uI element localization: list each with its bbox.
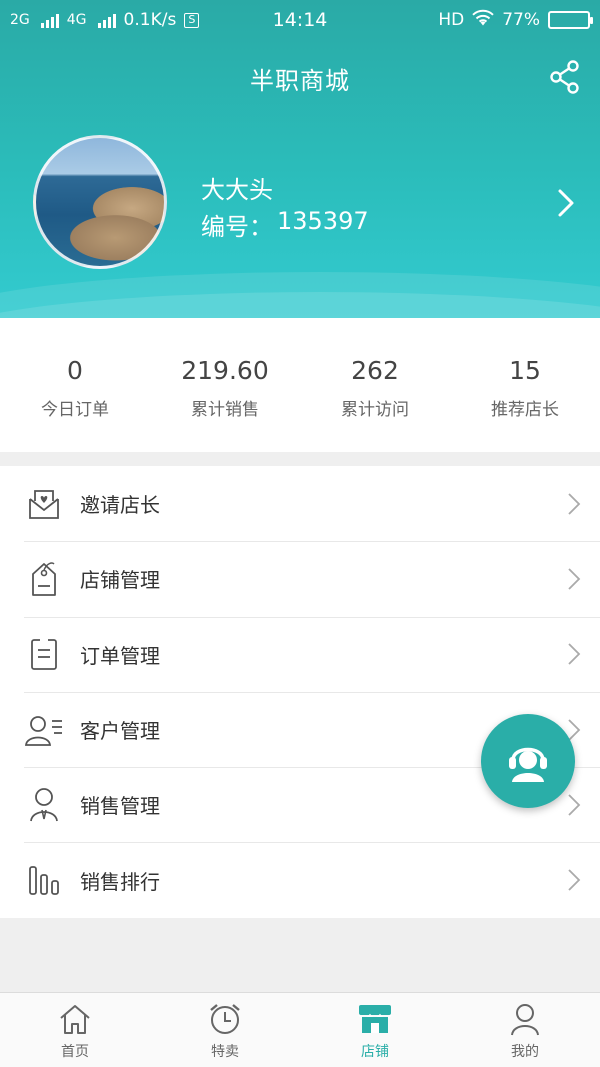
tab-flash-sale[interactable]: 特卖 — [150, 993, 300, 1067]
order-list-icon — [24, 634, 64, 674]
signal-icon — [97, 12, 116, 28]
profile-id: 编号： 135397 — [201, 207, 369, 242]
stats-panel: 0 今日订单 219.60 累计销售 262 累计访问 15 推荐店长 — [0, 318, 600, 452]
stat-label: 今日订单 — [41, 400, 109, 420]
person-icon — [507, 1001, 543, 1037]
stat-referred-managers[interactable]: 15 推荐店长 — [450, 318, 600, 452]
customers-icon — [24, 710, 64, 750]
chevron-right-icon — [568, 568, 581, 590]
tab-store[interactable]: 店铺 — [300, 993, 450, 1067]
store-tag-icon — [24, 559, 64, 599]
title-bar: 半职商城 — [0, 52, 600, 104]
headset-agent-icon — [509, 747, 547, 782]
tab-label: 特卖 — [211, 1044, 239, 1060]
stat-label: 累计销售 — [191, 400, 259, 420]
stat-today-orders[interactable]: 0 今日订单 — [0, 318, 150, 452]
profile-name: 大大头 — [201, 176, 273, 204]
bottom-tab-bar: 首页 特卖 店铺 我的 — [0, 992, 600, 1067]
signal-icon — [40, 12, 59, 28]
network-type-2g: 2G — [10, 12, 30, 28]
menu-item-label: 客户管理 — [80, 719, 160, 744]
menu-item-invite-manager[interactable]: 邀请店长 — [0, 466, 600, 541]
ranking-bars-icon — [24, 860, 64, 900]
menu-item-label: 邀请店长 — [80, 493, 160, 518]
chevron-right-icon — [568, 643, 581, 665]
network-type-4g: 4G — [66, 12, 87, 28]
menu-item-label: 店铺管理 — [80, 568, 160, 593]
invite-envelope-icon — [24, 484, 64, 524]
stat-value: 262 — [351, 356, 399, 385]
stat-value: 219.60 — [181, 356, 269, 385]
menu-item-sales-ranking[interactable]: 销售排行 — [0, 842, 600, 917]
battery-percent: 77% — [502, 10, 540, 30]
battery-icon — [548, 11, 593, 29]
hd-indicator: HD — [438, 10, 465, 30]
menu-item-label: 订单管理 — [80, 643, 160, 668]
page-title: 半职商城 — [250, 66, 350, 95]
chevron-right-icon — [568, 794, 581, 816]
wifi-icon — [472, 9, 494, 32]
chevron-right-icon — [568, 493, 581, 515]
home-icon — [57, 1001, 93, 1037]
stat-total-visits[interactable]: 262 累计访问 — [300, 318, 450, 452]
chevron-right-icon[interactable] — [552, 186, 580, 220]
sales-person-icon — [24, 785, 64, 825]
avatar[interactable] — [33, 135, 167, 269]
stat-label: 累计访问 — [341, 400, 409, 420]
status-bar: 2G 4G 0.1K/s S 14:14 HD 77% — [0, 0, 600, 40]
menu-item-label: 销售排行 — [80, 869, 160, 894]
share-icon — [550, 60, 579, 94]
tab-label: 店铺 — [361, 1044, 389, 1060]
alarm-clock-icon — [207, 1001, 243, 1037]
menu-list: 邀请店长 店铺管理 订单管理 客户管理 销售管理 销售排行 — [0, 466, 600, 918]
tab-me[interactable]: 我的 — [450, 993, 600, 1067]
menu-item-order-management[interactable]: 订单管理 — [0, 616, 600, 692]
tab-home[interactable]: 首页 — [0, 993, 150, 1067]
profile-id-value: 135397 — [277, 207, 369, 235]
menu-item-store-management[interactable]: 店铺管理 — [0, 541, 600, 616]
s-badge-icon: S — [184, 12, 200, 28]
customer-service-button[interactable] — [481, 714, 575, 808]
profile-id-label: 编号： — [201, 213, 273, 241]
store-icon — [357, 1001, 393, 1037]
tab-label: 我的 — [511, 1044, 539, 1060]
stat-value: 0 — [67, 356, 83, 385]
chevron-right-icon — [568, 869, 581, 891]
stat-label: 推荐店长 — [491, 400, 559, 420]
network-speed: 0.1K/s — [123, 10, 177, 30]
stat-value: 15 — [509, 356, 541, 385]
menu-item-label: 销售管理 — [80, 794, 160, 819]
share-button[interactable] — [548, 60, 582, 94]
tab-label: 首页 — [61, 1044, 89, 1060]
stat-total-sales[interactable]: 219.60 累计销售 — [150, 318, 300, 452]
